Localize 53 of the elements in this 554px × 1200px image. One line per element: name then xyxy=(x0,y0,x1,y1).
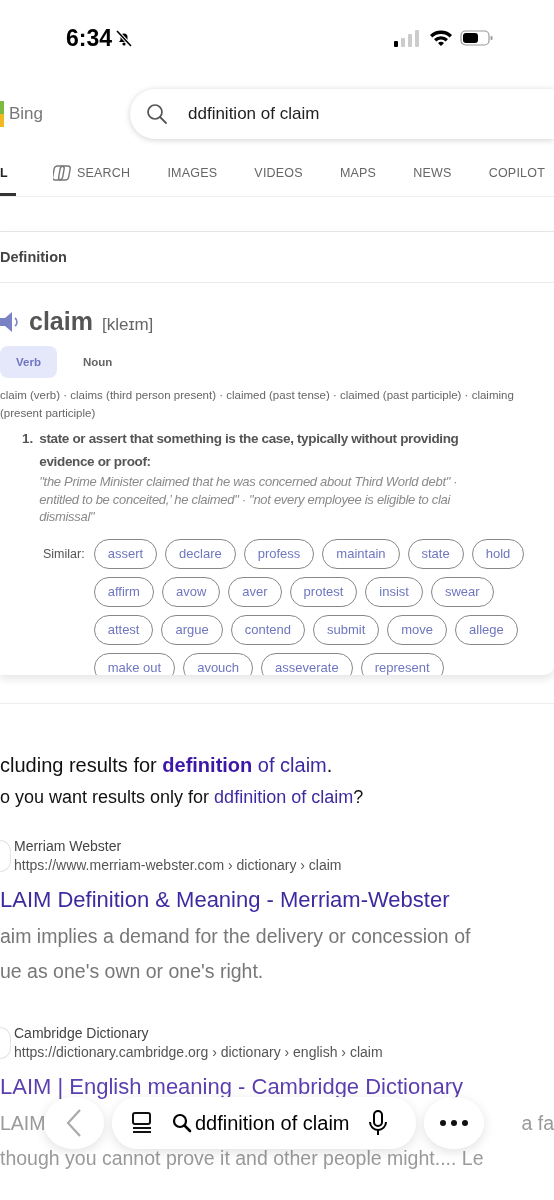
search-icon xyxy=(146,103,168,125)
query-link[interactable]: definition of claim xyxy=(162,754,327,776)
definition-text: evidence or proof: xyxy=(39,453,152,471)
nav-tab[interactable]: NEWS xyxy=(413,152,452,196)
result-title-link[interactable]: LAIM | English meaning - Cambridge Dictionary xyxy=(0,1074,554,1100)
nav-tab[interactable]: SEARCH xyxy=(52,152,131,196)
search-field[interactable]: ddfinition of claim xyxy=(130,89,554,139)
notice-text: . xyxy=(326,754,333,776)
clock: 6:34 xyxy=(66,24,113,52)
wifi-icon xyxy=(429,29,453,47)
copilot-icon xyxy=(52,163,73,182)
nav-tab[interactable]: COPILOT xyxy=(488,152,545,196)
search-icon xyxy=(172,1113,192,1133)
site-name: Merriam Webster xyxy=(14,838,123,854)
back-icon xyxy=(66,1108,82,1138)
snippet-text: ue as one's own or one's right. xyxy=(0,960,264,983)
notice-text: ? xyxy=(353,787,364,807)
nav-tab[interactable]: MAPS xyxy=(339,152,377,196)
part-of-speech-tab[interactable]: Verb xyxy=(0,346,57,378)
logo-text: Bing xyxy=(9,104,44,124)
nav-tab[interactable]: L xyxy=(0,152,16,196)
pronunciation: [kleɪm] xyxy=(101,315,154,335)
example-text: "the Prime Minister claimed that he was concerned about Third World debt" · xyxy=(39,473,459,491)
card-heading: Definition xyxy=(0,232,554,283)
query-link[interactable]: ddfinition of claim xyxy=(214,787,354,807)
result-title-link[interactable]: LAIM Definition & Meaning - Merriam-Webster xyxy=(0,887,554,913)
snippet-text: LAIM xyxy=(0,1112,46,1135)
battery-icon xyxy=(460,29,494,47)
nav-tab[interactable]: VIDEOS xyxy=(254,152,303,196)
snippet-text: aim implies a demand for the delivery or concession of xyxy=(0,925,471,948)
more-icon xyxy=(438,1119,469,1127)
address-text: ddfinition of claim xyxy=(195,1111,350,1135)
similar-label: Similar: xyxy=(43,545,85,563)
snippet-text: though you cannot prove it and other people might.... Le xyxy=(0,1147,484,1170)
notice-text: cluding results for xyxy=(0,754,158,776)
result-url: https://www.merriam-webster.com › dictionary › claim xyxy=(14,857,342,873)
part-of-speech-tab[interactable]: Noun xyxy=(66,346,129,378)
site-name: Cambridge Dictionary xyxy=(14,1025,150,1041)
example-text: entitled to be conceited,’ he claimed" · "not every employee is eligible to clai xyxy=(39,490,452,508)
sense-number: 1. xyxy=(22,430,34,448)
nav-tab[interactable]: IMAGES xyxy=(167,152,218,196)
microphone-icon xyxy=(367,1110,388,1136)
address-bar[interactable]: ddfinition of claim xyxy=(112,1097,416,1149)
signal-icon xyxy=(394,29,422,47)
logo-icon xyxy=(0,101,4,127)
word-forms: claim (verb) · claims (third person present) · claimed (past tense) · claimed (past participle) · claiming (present participle) xyxy=(0,388,515,421)
snippet-text: a fa xyxy=(521,1112,554,1135)
definition-text: state or assert that something is the case, typically without providing xyxy=(39,430,459,448)
notice-text: o you want results only for xyxy=(0,787,211,807)
example-text: dismissal" xyxy=(39,508,96,526)
headword: claim xyxy=(29,307,93,336)
result-url: https://dictionary.cambridge.org › dictionary › english › claim xyxy=(14,1044,383,1060)
tabs-icon xyxy=(130,1111,154,1135)
